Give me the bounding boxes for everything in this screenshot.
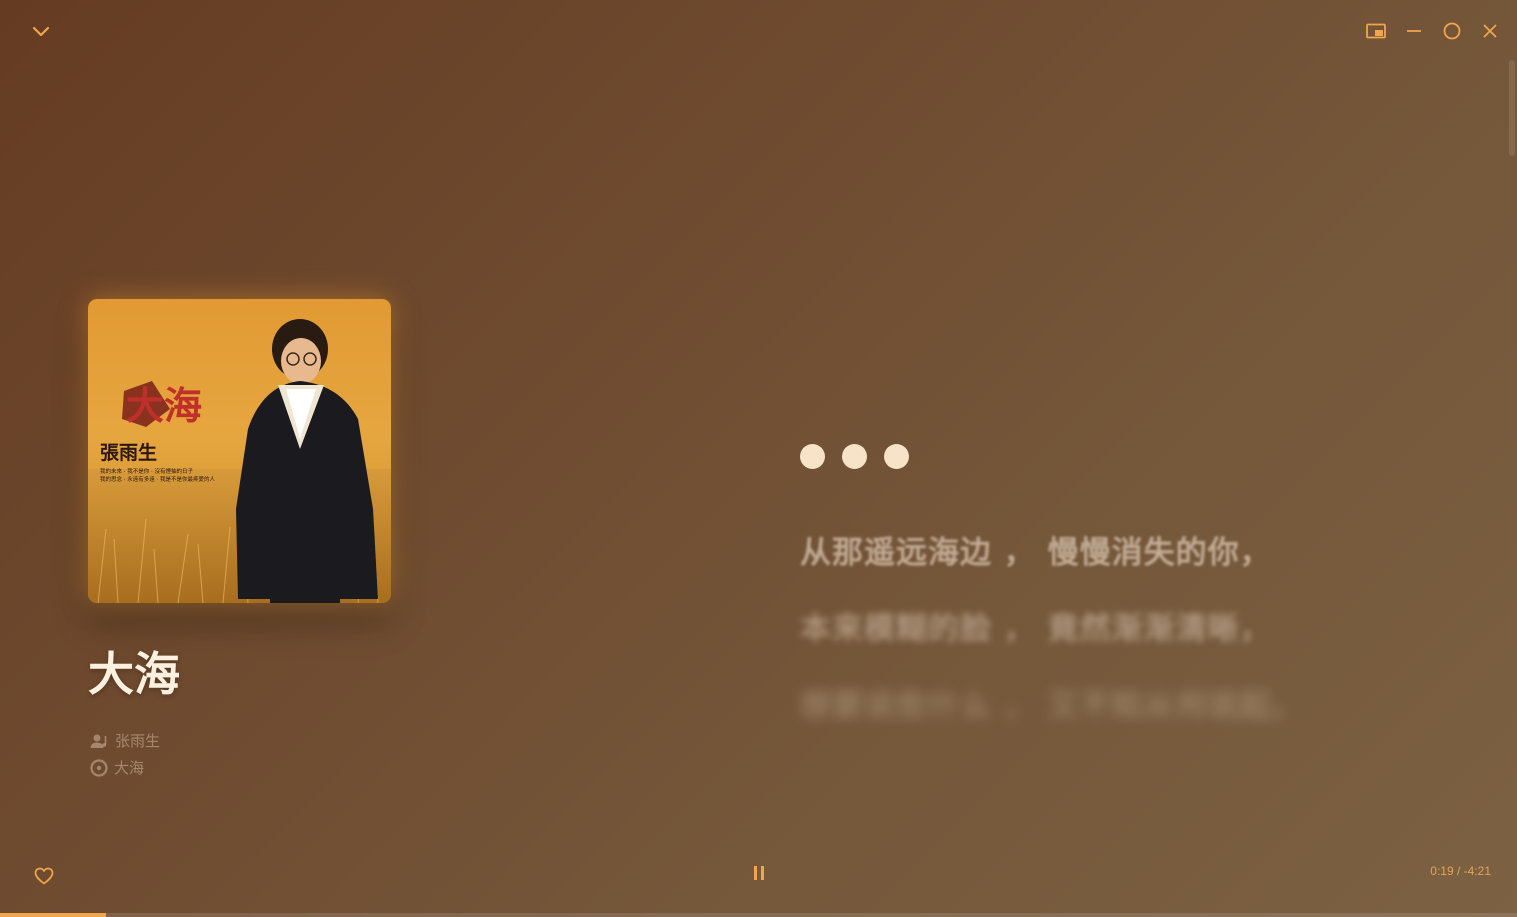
loading-dot bbox=[800, 444, 825, 469]
cover-artist-text: 張雨生 bbox=[100, 441, 157, 464]
minimize-button[interactable] bbox=[1401, 18, 1427, 44]
album-name[interactable]: 大海 bbox=[114, 757, 144, 778]
heart-icon bbox=[34, 867, 54, 885]
minimize-icon bbox=[1407, 30, 1421, 32]
cover-tracklist-line-2: 我的思念 · 永遠有多遠 · 我是不是你最疼愛的人 bbox=[100, 475, 215, 483]
playback-time: 0:19 / -4:21 bbox=[1430, 864, 1491, 878]
artist-row[interactable]: 张雨生 bbox=[90, 730, 160, 751]
close-button[interactable] bbox=[1477, 18, 1503, 44]
mini-player-icon bbox=[1366, 23, 1386, 39]
maximize-button[interactable] bbox=[1439, 18, 1465, 44]
singer-icon bbox=[90, 734, 107, 748]
collapse-player-button[interactable] bbox=[28, 18, 54, 44]
lyrics-scrollbar[interactable] bbox=[1509, 60, 1515, 156]
mini-player-button[interactable] bbox=[1363, 18, 1389, 44]
album-cover: 大海 張雨生 我的未來 · 我不是你 · 沒有煙抽的日子 我的思念 · 永遠有多… bbox=[88, 299, 391, 603]
album-row[interactable]: 大海 bbox=[90, 757, 144, 778]
progress-fill bbox=[0, 913, 107, 917]
loading-dot bbox=[842, 444, 867, 469]
progress-bar[interactable] bbox=[0, 913, 1517, 917]
maximize-icon bbox=[1443, 22, 1461, 40]
pause-button[interactable] bbox=[746, 860, 772, 886]
pause-icon bbox=[754, 866, 764, 880]
lyric-line[interactable]: 本来模糊的脸 ， 竟然渐渐清晰， bbox=[800, 603, 1272, 648]
lyric-line[interactable]: 想要说些什么 ， 又不知从何说起， bbox=[800, 680, 1304, 725]
chevron-down-icon bbox=[32, 26, 50, 37]
lyric-line[interactable]: 从那遥远海边 ， 慢慢消失的你， bbox=[800, 527, 1272, 572]
cover-title-text: 大海 bbox=[126, 383, 202, 428]
window-controls bbox=[1363, 18, 1503, 44]
song-title: 大海 bbox=[88, 647, 180, 701]
close-icon bbox=[1483, 24, 1497, 38]
album-disc-icon bbox=[90, 758, 108, 777]
lyrics-loading-indicator bbox=[800, 444, 909, 469]
like-button[interactable] bbox=[32, 864, 56, 888]
loading-dot bbox=[884, 444, 909, 469]
cover-tracklist-line-1: 我的未來 · 我不是你 · 沒有煙抽的日子 bbox=[100, 467, 193, 475]
artist-name[interactable]: 张雨生 bbox=[115, 730, 160, 751]
